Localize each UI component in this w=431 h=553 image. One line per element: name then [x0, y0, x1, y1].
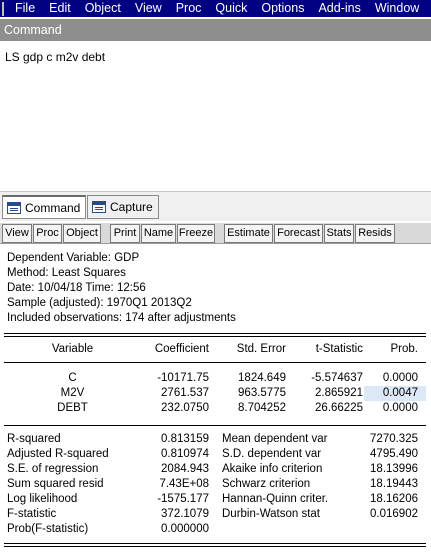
- menu-file[interactable]: File: [8, 0, 42, 17]
- column-header-std-error: Std. Error: [236, 343, 286, 355]
- table-cell-coefficient: 232.0750: [161, 402, 209, 414]
- stat-label: Log likelihood: [7, 493, 78, 505]
- column-header-prob: Prob.: [390, 343, 419, 355]
- menu-help[interactable]: H: [426, 0, 431, 17]
- table-cell-prob-selected[interactable]: 0.0047: [364, 386, 426, 401]
- column-header-variable: Variable: [51, 343, 94, 355]
- table-rule: [4, 425, 426, 426]
- stat-value: 18.16206: [370, 493, 418, 505]
- stat-value: 0.000000: [161, 523, 209, 535]
- table-cell-t-statistic: 26.66225: [315, 402, 363, 414]
- equation-toolbar: View Proc Object Print Name Freeze Estim…: [0, 223, 431, 244]
- table-cell-std-error: 8.704252: [238, 402, 286, 414]
- freeze-button[interactable]: Freeze: [177, 224, 215, 243]
- estimate-button[interactable]: Estimate: [224, 224, 273, 243]
- table-cell-coefficient: -10171.75: [157, 372, 209, 384]
- command-window-title: Command: [0, 19, 431, 41]
- table-cell-variable: M2V: [60, 387, 85, 399]
- table-rule: [4, 546, 426, 547]
- stat-label: Durbin-Watson stat: [222, 508, 320, 520]
- stat-label: S.E. of regression: [7, 463, 99, 475]
- table-cell-std-error: 963.5775: [238, 387, 286, 399]
- menu-quick[interactable]: Quick: [208, 0, 254, 17]
- stat-label: Prob(F-statistic): [7, 523, 89, 535]
- menu-add-ins[interactable]: Add-ins: [311, 0, 367, 17]
- table-cell-std-error: 1824.649: [238, 372, 286, 384]
- stat-label: F-statistic: [7, 508, 57, 520]
- stat-label: R-squared: [7, 433, 61, 445]
- menu-object[interactable]: Object: [78, 0, 128, 17]
- command-text: LS gdp c m2v debt: [5, 50, 106, 64]
- stat-label: Hannan-Quinn criter.: [222, 493, 329, 505]
- estimation-output: Dependent Variable: GDP Method: Least Sq…: [0, 245, 431, 553]
- name-button[interactable]: Name: [141, 224, 176, 243]
- menu-view[interactable]: View: [128, 0, 169, 17]
- column-header-t-statistic: t-Statistic: [315, 343, 363, 355]
- tab-capture[interactable]: Capture: [87, 195, 159, 219]
- table-cell-t-statistic: 2.865921: [315, 387, 363, 399]
- stat-value: 0.813159: [161, 433, 209, 445]
- view-button[interactable]: View: [2, 224, 32, 243]
- print-button[interactable]: Print: [110, 224, 140, 243]
- stat-label: S.D. dependent var: [222, 448, 322, 460]
- observations-line: Included observations: 174 after adjustm…: [7, 312, 236, 324]
- object-button[interactable]: Object: [63, 224, 101, 243]
- table-rule: [4, 336, 426, 337]
- stat-label: Schwarz criterion: [222, 478, 311, 490]
- command-input-area[interactable]: LS gdp c m2v debt: [0, 41, 431, 191]
- stat-value: 0.810974: [161, 448, 209, 460]
- stat-value: 2084.943: [161, 463, 209, 475]
- stat-value: 4795.490: [370, 448, 418, 460]
- table-cell-coefficient: 2761.537: [161, 387, 209, 399]
- stat-value: 372.1079: [161, 508, 209, 520]
- table-cell-variable: C: [68, 372, 77, 384]
- table-rule: [4, 333, 426, 334]
- tab-command-label: Command: [25, 200, 81, 215]
- stat-value: 7270.325: [370, 433, 418, 445]
- stat-value: 7.43E+08: [159, 478, 209, 490]
- sample-line: Sample (adjusted): 1970Q1 2013Q2: [7, 297, 192, 309]
- stat-value: -1575.177: [157, 493, 209, 505]
- stat-label: Mean dependent var: [222, 433, 328, 445]
- stat-value: 0.016902: [370, 508, 418, 520]
- menu-proc[interactable]: Proc: [169, 0, 209, 17]
- menu-edit[interactable]: Edit: [42, 0, 78, 17]
- stat-label: Akaike info criterion: [222, 463, 323, 475]
- menu-bar: File Edit Object View Proc Quick Options…: [0, 0, 431, 17]
- stat-label: Sum squared resid: [7, 478, 104, 490]
- stat-value: 18.13996: [370, 463, 418, 475]
- window-icon: [92, 201, 106, 213]
- forecast-button[interactable]: Forecast: [274, 224, 323, 243]
- table-cell-t-statistic: -5.574637: [311, 372, 363, 384]
- table-cell-prob: 0.0000: [382, 372, 418, 384]
- stat-label: Adjusted R-squared: [7, 448, 109, 460]
- command-tabs: Command Capture: [0, 191, 431, 221]
- table-cell-prob: 0.0000: [382, 402, 418, 414]
- table-cell-variable: DEBT: [57, 402, 88, 414]
- menu-options[interactable]: Options: [254, 0, 311, 17]
- table-rule: [4, 543, 426, 544]
- method-line: Method: Least Squares: [7, 267, 126, 279]
- stats-button[interactable]: Stats: [324, 224, 354, 243]
- menu-window[interactable]: Window: [368, 0, 426, 17]
- date-line: Date: 10/04/18 Time: 12:56: [7, 282, 146, 294]
- dependent-variable-line: Dependent Variable: GDP: [7, 252, 140, 264]
- window-icon: [7, 201, 21, 214]
- proc-button[interactable]: Proc: [33, 224, 62, 243]
- table-rule: [4, 362, 426, 363]
- column-header-coefficient: Coefficient: [154, 343, 209, 355]
- app-menu-icon[interactable]: [2, 1, 13, 16]
- tab-command[interactable]: Command: [2, 195, 86, 219]
- tab-capture-label: Capture: [110, 200, 153, 214]
- stat-value: 18.19443: [370, 478, 418, 490]
- resids-button[interactable]: Resids: [355, 224, 395, 243]
